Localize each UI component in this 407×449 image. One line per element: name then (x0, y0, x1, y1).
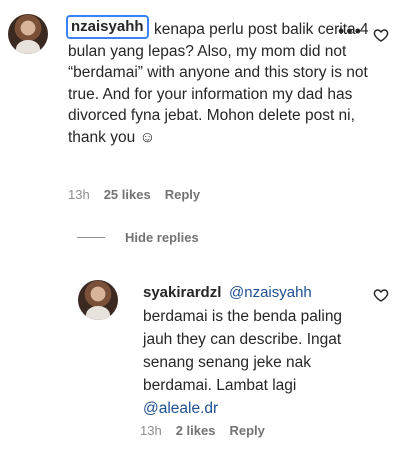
comment-username[interactable]: nzaisyahh (66, 15, 149, 39)
comment-time: 13h (68, 187, 90, 202)
comment-main: kenapa perlu post balik cerita 4 bulan y… (0, 0, 407, 205)
reply-button[interactable]: Reply (165, 187, 200, 202)
reply-heart-outline-icon[interactable] (373, 287, 389, 303)
reply-avatar[interactable] (78, 280, 118, 320)
reply-text-body: berdamai is the benda paling jauh they c… (143, 308, 343, 394)
divider-line (77, 237, 105, 238)
heart-outline-icon[interactable] (373, 27, 389, 43)
reply-time: 13h (140, 423, 162, 438)
avatar[interactable] (8, 14, 48, 54)
hide-replies-button[interactable]: Hide replies (77, 230, 199, 245)
likes-count[interactable]: 25 likes (104, 187, 151, 202)
reply-likes-count[interactable]: 2 likes (176, 423, 216, 438)
reply-meta: 13h 2 likes Reply (140, 423, 265, 438)
more-options-icon[interactable]: ••• (338, 22, 363, 40)
inline-mention-link[interactable]: @aleale.dr (143, 400, 218, 417)
reply-mention-link[interactable]: @nzaisyahh (229, 284, 312, 301)
reply-username[interactable]: syakirardzl (143, 284, 221, 301)
reply-text: berdamai is the benda paling jauh they c… (143, 305, 368, 420)
hide-replies-label: Hide replies (125, 230, 199, 245)
reply-reply-button[interactable]: Reply (229, 423, 264, 438)
comment-meta: 13h 25 likes Reply (68, 187, 200, 202)
